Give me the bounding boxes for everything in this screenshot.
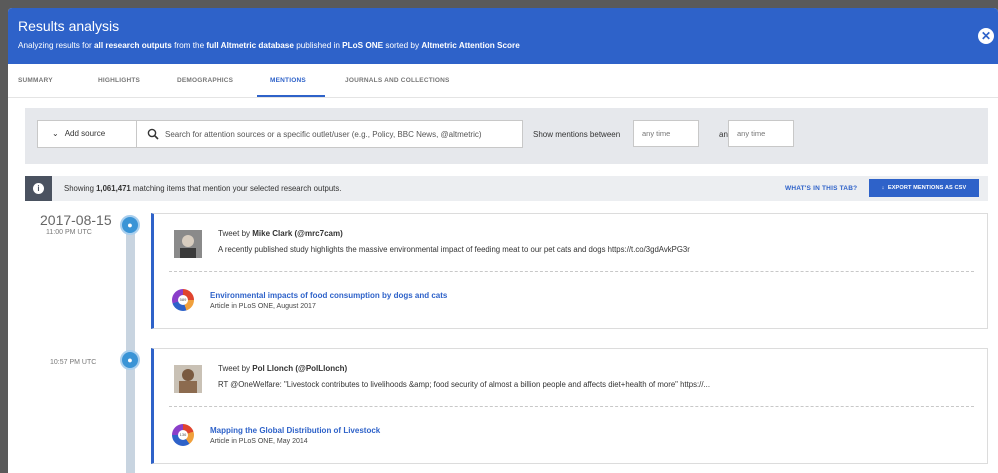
timeline-date: 2017-08-15 bbox=[40, 212, 112, 228]
search-icon bbox=[147, 128, 159, 140]
info-icon: i bbox=[25, 176, 52, 201]
date-to-input[interactable] bbox=[728, 120, 794, 147]
show-between-label: Show mentions between bbox=[533, 130, 621, 139]
altmetric-badge-icon: 136 bbox=[172, 424, 194, 446]
export-label: EXPORT MENTIONS AS CSV bbox=[887, 185, 967, 191]
article-source: Article in PLoS ONE, August 2017 bbox=[210, 303, 316, 310]
subtitle-journal: PLoS ONE bbox=[342, 41, 384, 50]
tab-summary[interactable]: SUMMARY bbox=[18, 77, 53, 84]
twitter-icon: ● bbox=[120, 350, 140, 370]
tweet-by-label: Tweet by bbox=[218, 229, 253, 238]
export-mentions-button[interactable]: ↓ EXPORT MENTIONS AS CSV bbox=[869, 179, 979, 197]
active-tab-indicator bbox=[257, 95, 325, 97]
tab-bar: SUMMARY HIGHLIGHTS DEMOGRAPHICS MENTIONS… bbox=[8, 64, 998, 98]
count-suffix: matching items that mention your selecte… bbox=[130, 184, 342, 193]
divider bbox=[169, 406, 974, 407]
mention-time: 10:57 PM UTC bbox=[50, 359, 97, 366]
divider bbox=[169, 271, 974, 272]
results-count: 1,061,471 bbox=[96, 184, 131, 193]
modal-header: Results analysis Analyzing results for a… bbox=[8, 8, 998, 64]
twitter-icon: ● bbox=[120, 215, 140, 235]
article-source: Article in PLoS ONE, May 2014 bbox=[210, 438, 308, 445]
date-from-input[interactable] bbox=[633, 120, 699, 147]
article-title-link[interactable]: Mapping the Global Distribution of Lives… bbox=[210, 426, 380, 435]
search-box bbox=[137, 120, 523, 148]
tweet-text: RT @OneWelfare: "Livestock contributes t… bbox=[218, 380, 710, 389]
subtitle-text: published in bbox=[293, 41, 343, 50]
subtitle-outputs: all research outputs bbox=[94, 41, 172, 50]
tab-mentions[interactable]: MENTIONS bbox=[270, 77, 306, 84]
tweet-author: Tweet by Mike Clark (@mrc7cam) bbox=[218, 229, 343, 238]
mention-time: 11:00 PM UTC bbox=[46, 229, 92, 236]
tweet-by-label: Tweet by bbox=[218, 364, 253, 373]
mention-card: Tweet by Pol Llonch (@PolLlonch) RT @One… bbox=[151, 348, 988, 464]
avatar bbox=[174, 365, 202, 393]
subtitle-text: Analyzing results for bbox=[18, 41, 94, 50]
page-title: Results analysis bbox=[18, 18, 120, 34]
subtitle-text: sorted by bbox=[383, 41, 422, 50]
timeline-line bbox=[126, 224, 135, 473]
tab-highlights[interactable]: HIGHLIGHTS bbox=[98, 77, 140, 84]
whats-in-this-tab-link[interactable]: WHAT'S IN THIS TAB? bbox=[785, 185, 857, 192]
attention-score: 136 bbox=[178, 430, 188, 440]
avatar bbox=[174, 230, 202, 258]
author-name[interactable]: Pol Llonch (@PolLlonch) bbox=[252, 364, 347, 373]
add-source-label: Add source bbox=[64, 129, 106, 138]
chevron-down-icon: ⌄ bbox=[52, 129, 59, 138]
article-title-link[interactable]: Environmental impacts of food consumptio… bbox=[210, 291, 447, 300]
results-analysis-modal: Results analysis Analyzing results for a… bbox=[8, 8, 998, 473]
add-source-button[interactable]: ⌄ Add source bbox=[37, 120, 137, 148]
subtitle-text: from the bbox=[171, 41, 207, 50]
tweet-author: Tweet by Pol Llonch (@PolLlonch) bbox=[218, 364, 347, 373]
analysis-subtitle: Analyzing results for all research outpu… bbox=[18, 41, 520, 50]
results-count-text: Showing 1,061,471 matching items that me… bbox=[64, 184, 341, 193]
close-icon[interactable]: ✕ bbox=[978, 28, 994, 44]
subtitle-database: full Altmetric database bbox=[206, 41, 294, 50]
tab-demographics[interactable]: DEMOGRAPHICS bbox=[177, 77, 233, 84]
search-input[interactable] bbox=[165, 125, 515, 144]
tweet-text: A recently published study highlights th… bbox=[218, 245, 690, 254]
attention-score: 589 bbox=[178, 295, 188, 305]
results-info-bar: i Showing 1,061,471 matching items that … bbox=[25, 176, 988, 201]
subtitle-sort: Altmetric Attention Score bbox=[421, 41, 520, 50]
mention-filters: ⌄Add source Show mentions between and bbox=[25, 108, 988, 164]
tab-journals-and-collections[interactable]: JOURNALS AND COLLECTIONS bbox=[345, 77, 450, 84]
altmetric-badge-icon: 589 bbox=[172, 289, 194, 311]
count-prefix: Showing bbox=[64, 184, 97, 193]
mention-card: Tweet by Mike Clark (@mrc7cam) A recentl… bbox=[151, 213, 988, 329]
author-name[interactable]: Mike Clark (@mrc7cam) bbox=[252, 229, 343, 238]
